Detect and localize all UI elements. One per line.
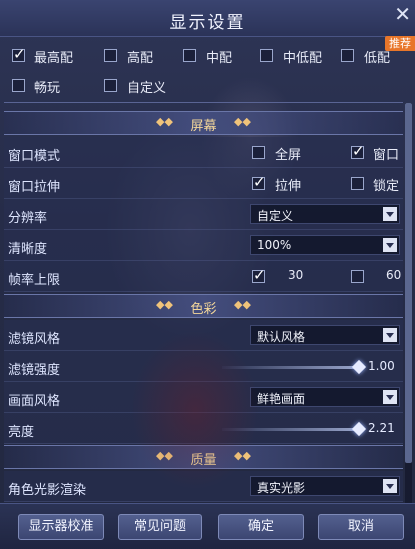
- row-frame-limit: [4, 261, 403, 292]
- lock-checkbox[interactable]: [351, 177, 364, 190]
- diamond-right-icon: ◆◆: [234, 449, 251, 462]
- brightness-label: 亮度: [8, 425, 35, 440]
- section-header-color: ◆◆ 色彩 ◆◆: [4, 294, 403, 318]
- character-lighting-dropdown[interactable]: 真实光影: [250, 476, 400, 496]
- brightness-slider[interactable]: [222, 428, 360, 431]
- section-title-screen: 屏幕: [190, 119, 217, 134]
- display-settings-window: 显示设置 ✕ 推荐 最高配 高配 中配 中低配 低配 畅玩 自定义 ◆◆ 屏幕 …: [0, 0, 415, 549]
- preset-medium-checkbox[interactable]: [183, 49, 196, 62]
- preset-smooth-label: 畅玩: [34, 81, 61, 96]
- filter-intensity-slider[interactable]: [222, 366, 360, 369]
- fullscreen-label: 全屏: [275, 148, 302, 163]
- close-icon[interactable]: ✕: [394, 2, 411, 26]
- section-title-quality: 质量: [190, 453, 217, 468]
- windowed-label: 窗口: [373, 148, 400, 163]
- resolution-dropdown[interactable]: 自定义: [250, 204, 400, 224]
- brightness-value: 2.21: [368, 421, 395, 435]
- preset-smooth-checkbox[interactable]: [12, 79, 25, 92]
- chevron-down-icon[interactable]: [383, 479, 397, 493]
- windowed-checkbox[interactable]: [351, 142, 365, 160]
- presets-divider: [4, 102, 403, 103]
- section-title-color: 色彩: [190, 302, 217, 317]
- preset-medium-label: 中配: [206, 51, 233, 66]
- fps-30-label: 30: [288, 268, 304, 282]
- row-window-mode: [4, 137, 403, 168]
- fullscreen-checkbox[interactable]: [252, 146, 265, 159]
- window-title: 显示设置: [169, 13, 246, 33]
- resolution-label: 分辨率: [8, 211, 48, 226]
- chevron-down-icon[interactable]: [383, 238, 397, 252]
- diamond-right-icon: ◆◆: [234, 298, 251, 311]
- faq-button[interactable]: 常见问题: [118, 514, 202, 540]
- preset-medium-low-label: 中低配: [283, 51, 323, 66]
- confirm-button[interactable]: 确定: [218, 514, 304, 540]
- filter-style-label: 滤镜风格: [8, 332, 61, 347]
- section-header-quality: ◆◆ 质量 ◆◆: [4, 445, 403, 469]
- filter-intensity-value: 1.00: [368, 359, 395, 373]
- preset-custom-label: 自定义: [127, 81, 167, 96]
- resolution-value: 自定义: [257, 209, 294, 223]
- fps-60-checkbox[interactable]: [351, 270, 364, 283]
- preset-custom-checkbox[interactable]: [104, 79, 117, 92]
- window-stretch-label: 窗口拉伸: [8, 180, 61, 195]
- row-window-stretch: [4, 168, 403, 199]
- stretch-label: 拉伸: [275, 179, 302, 194]
- preset-medium-low-checkbox[interactable]: [260, 49, 273, 62]
- preset-highest-checkbox[interactable]: [12, 45, 26, 63]
- picture-style-value: 鲜艳画面: [257, 392, 306, 406]
- character-lighting-value: 真实光影: [257, 481, 306, 495]
- diamond-right-icon: ◆◆: [234, 115, 251, 128]
- preset-high-label: 高配: [127, 51, 154, 66]
- chevron-down-icon[interactable]: [383, 207, 397, 221]
- chevron-down-icon[interactable]: [383, 328, 397, 342]
- frame-limit-label: 帧率上限: [8, 273, 61, 288]
- filter-intensity-label: 滤镜强度: [8, 363, 61, 378]
- clarity-value: 100%: [257, 238, 292, 252]
- cancel-button[interactable]: 取消: [318, 514, 404, 540]
- picture-style-label: 画面风格: [8, 394, 61, 409]
- preset-highest-label: 最高配: [34, 51, 74, 66]
- picture-style-dropdown[interactable]: 鲜艳画面: [250, 387, 400, 407]
- chevron-down-icon[interactable]: [383, 390, 397, 404]
- filter-style-dropdown[interactable]: 默认风格: [250, 325, 400, 345]
- scrollbar-thumb[interactable]: [405, 103, 412, 463]
- lock-label: 锁定: [373, 179, 400, 194]
- clarity-dropdown[interactable]: 100%: [250, 235, 400, 255]
- fps-30-checkbox[interactable]: [252, 266, 266, 284]
- filter-style-value: 默认风格: [257, 330, 306, 344]
- title-bar: 显示设置 ✕: [0, 0, 415, 37]
- stretch-checkbox[interactable]: [252, 173, 266, 191]
- preset-high-checkbox[interactable]: [104, 49, 117, 62]
- preset-low-checkbox[interactable]: [341, 49, 354, 62]
- calibrate-display-button[interactable]: 显示器校准: [18, 514, 104, 540]
- clarity-label: 清晰度: [8, 242, 48, 257]
- preset-low-label: 低配: [364, 51, 391, 66]
- window-mode-label: 窗口模式: [8, 149, 61, 164]
- fps-60-label: 60: [386, 268, 402, 282]
- character-lighting-label: 角色光影渲染: [8, 483, 87, 498]
- section-header-screen: ◆◆ 屏幕 ◆◆: [4, 111, 403, 135]
